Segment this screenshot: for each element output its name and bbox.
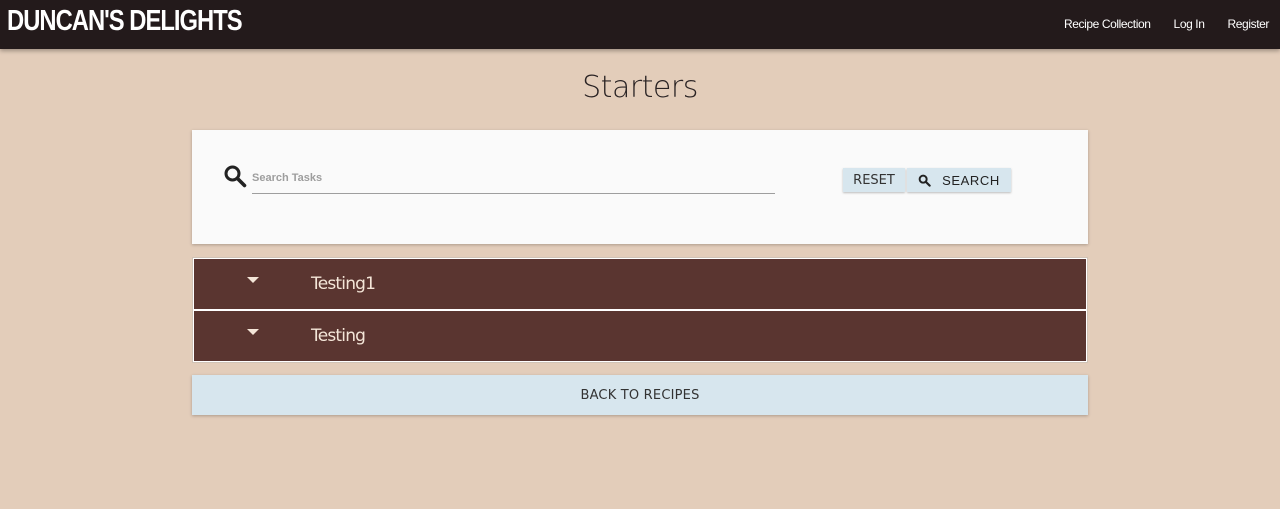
search-button-label: SEARCH — [942, 172, 1000, 188]
recipe-accordion: Testing1 Testing — [192, 257, 1088, 363]
recipe-name: Testing1 — [311, 274, 376, 294]
nav-link-register[interactable]: Register — [1228, 17, 1270, 31]
navbar: DUNCAN'S DELIGHTS Recipe Collection Log … — [0, 0, 1280, 49]
recipe-item[interactable]: Testing — [193, 310, 1087, 362]
search-button[interactable]: SEARCH — [907, 168, 1011, 192]
back-to-recipes-button[interactable]: BACK TO RECIPES — [192, 375, 1088, 415]
caret-down-icon — [247, 277, 259, 283]
caret-down-icon — [247, 329, 259, 335]
nav-links: Recipe Collection Log In Register — [1041, 17, 1269, 31]
page-title: Starters — [582, 70, 698, 105]
recipe-item[interactable]: Testing1 — [193, 258, 1087, 310]
search-icon — [224, 165, 247, 188]
nav-link-recipe-collection[interactable]: Recipe Collection — [1064, 17, 1151, 31]
search-card: RESET SEARCH — [192, 130, 1088, 244]
reset-button[interactable]: RESET — [843, 168, 905, 192]
search-input[interactable] — [252, 164, 775, 194]
recipe-name: Testing — [311, 326, 366, 346]
search-icon — [918, 174, 931, 187]
brand-logo[interactable]: DUNCAN'S DELIGHTS — [7, 5, 243, 38]
nav-link-log-in[interactable]: Log In — [1174, 17, 1205, 31]
